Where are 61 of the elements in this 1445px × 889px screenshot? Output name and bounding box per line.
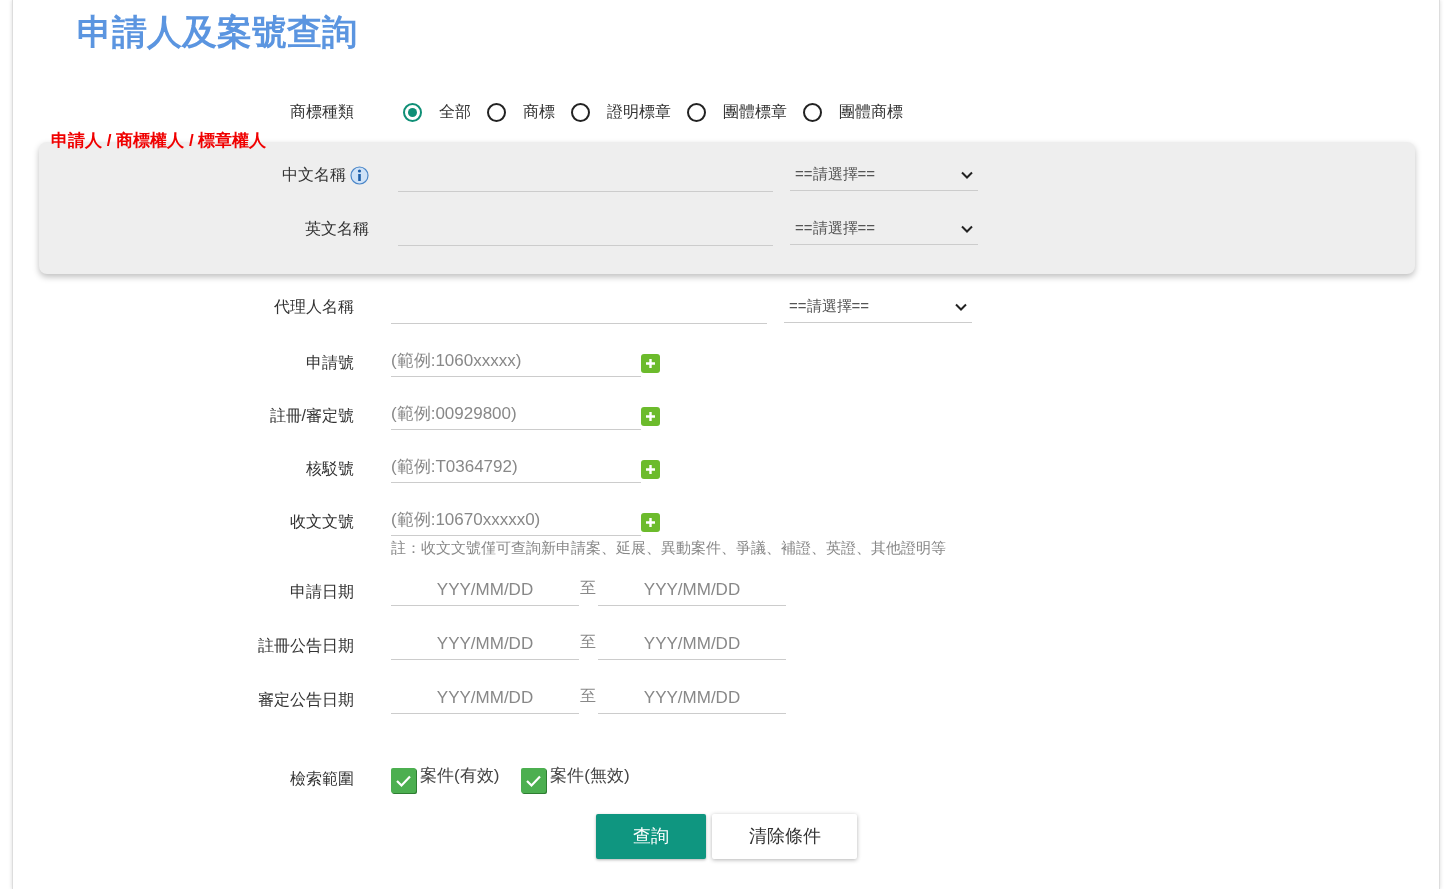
page-title: 申請人及案號查詢: [77, 11, 357, 53]
radio-button[interactable]: [403, 102, 422, 122]
radio-option[interactable]: 團體標章: [687, 100, 787, 124]
add-button[interactable]: [641, 513, 660, 532]
plus-icon: [645, 411, 656, 422]
text-input[interactable]: (範例:10670xxxxx0): [391, 504, 641, 536]
checkbox[interactable]: [521, 768, 547, 793]
date-input[interactable]: YYY/MM/DD: [391, 574, 579, 606]
field-label: 註冊公告日期: [258, 636, 354, 656]
radio-button[interactable]: [687, 102, 706, 122]
radio-button[interactable]: [571, 102, 590, 122]
radio-option[interactable]: 團體商標: [803, 100, 903, 124]
add-button[interactable]: [641, 354, 660, 373]
add-button[interactable]: [641, 460, 660, 479]
info-icon[interactable]: [350, 165, 369, 185]
date-input[interactable]: YYY/MM/DD: [598, 574, 786, 606]
field-label: 申請號: [306, 353, 354, 373]
search-button[interactable]: 查詢: [596, 814, 706, 859]
dropdown-select[interactable]: ==請選擇==: [784, 291, 972, 323]
field-label: 代理人名稱: [274, 297, 354, 317]
radio-button[interactable]: [487, 102, 506, 122]
field-label: 中文名稱: [282, 165, 346, 185]
plus-icon: [645, 464, 656, 475]
date-input[interactable]: YYY/MM/DD: [598, 682, 786, 714]
section-heading: 申請人 / 商標權人 / 標章權人: [51, 130, 267, 152]
chevron-down-icon: [955, 302, 967, 311]
dropdown-select[interactable]: ==請選擇==: [790, 213, 978, 245]
field-label: 英文名稱: [305, 219, 369, 239]
radio-option[interactable]: 商標: [487, 100, 555, 124]
checkbox-option[interactable]: 案件(有效): [391, 765, 500, 793]
range-separator: 至: [580, 686, 597, 706]
range-separator: 至: [580, 632, 597, 652]
chevron-down-icon: [961, 224, 973, 233]
plus-icon: [645, 517, 656, 528]
field-label: 核駁號: [306, 459, 354, 479]
field-label: 申請日期: [290, 582, 354, 602]
range-separator: 至: [580, 578, 597, 598]
chevron-down-icon: [961, 170, 973, 179]
add-button[interactable]: [641, 407, 660, 426]
clear-button[interactable]: 清除條件: [712, 814, 857, 859]
checkbox-option[interactable]: 案件(無效): [521, 765, 630, 793]
check-icon: [525, 773, 543, 788]
date-input[interactable]: YYY/MM/DD: [391, 682, 579, 714]
checkbox[interactable]: [391, 768, 416, 793]
radio-button[interactable]: [803, 102, 822, 122]
field-label: 註冊/審定號: [269, 406, 354, 426]
field-label: 審定公告日期: [258, 690, 354, 710]
text-input[interactable]: (範例:00929800): [391, 398, 641, 430]
field-label: 檢索範圍: [290, 769, 354, 789]
radio-option[interactable]: 證明標章: [571, 100, 671, 124]
text-input[interactable]: (範例:1060xxxxx): [391, 345, 641, 377]
field-label: 商標種類: [290, 102, 354, 122]
plus-icon: [645, 358, 656, 369]
note-text: 註：收文文號僅可查詢新申請案、延展、異動案件、爭議、補證、英證、其他證明等: [391, 539, 946, 558]
check-icon: [395, 773, 412, 788]
text-input[interactable]: (範例:T0364792): [391, 451, 641, 483]
field-label: 收文文號: [290, 512, 354, 532]
date-input[interactable]: YYY/MM/DD: [598, 628, 786, 660]
radio-option[interactable]: 全部: [403, 100, 471, 124]
date-input[interactable]: YYY/MM/DD: [391, 628, 579, 660]
dropdown-select[interactable]: ==請選擇==: [790, 159, 978, 191]
